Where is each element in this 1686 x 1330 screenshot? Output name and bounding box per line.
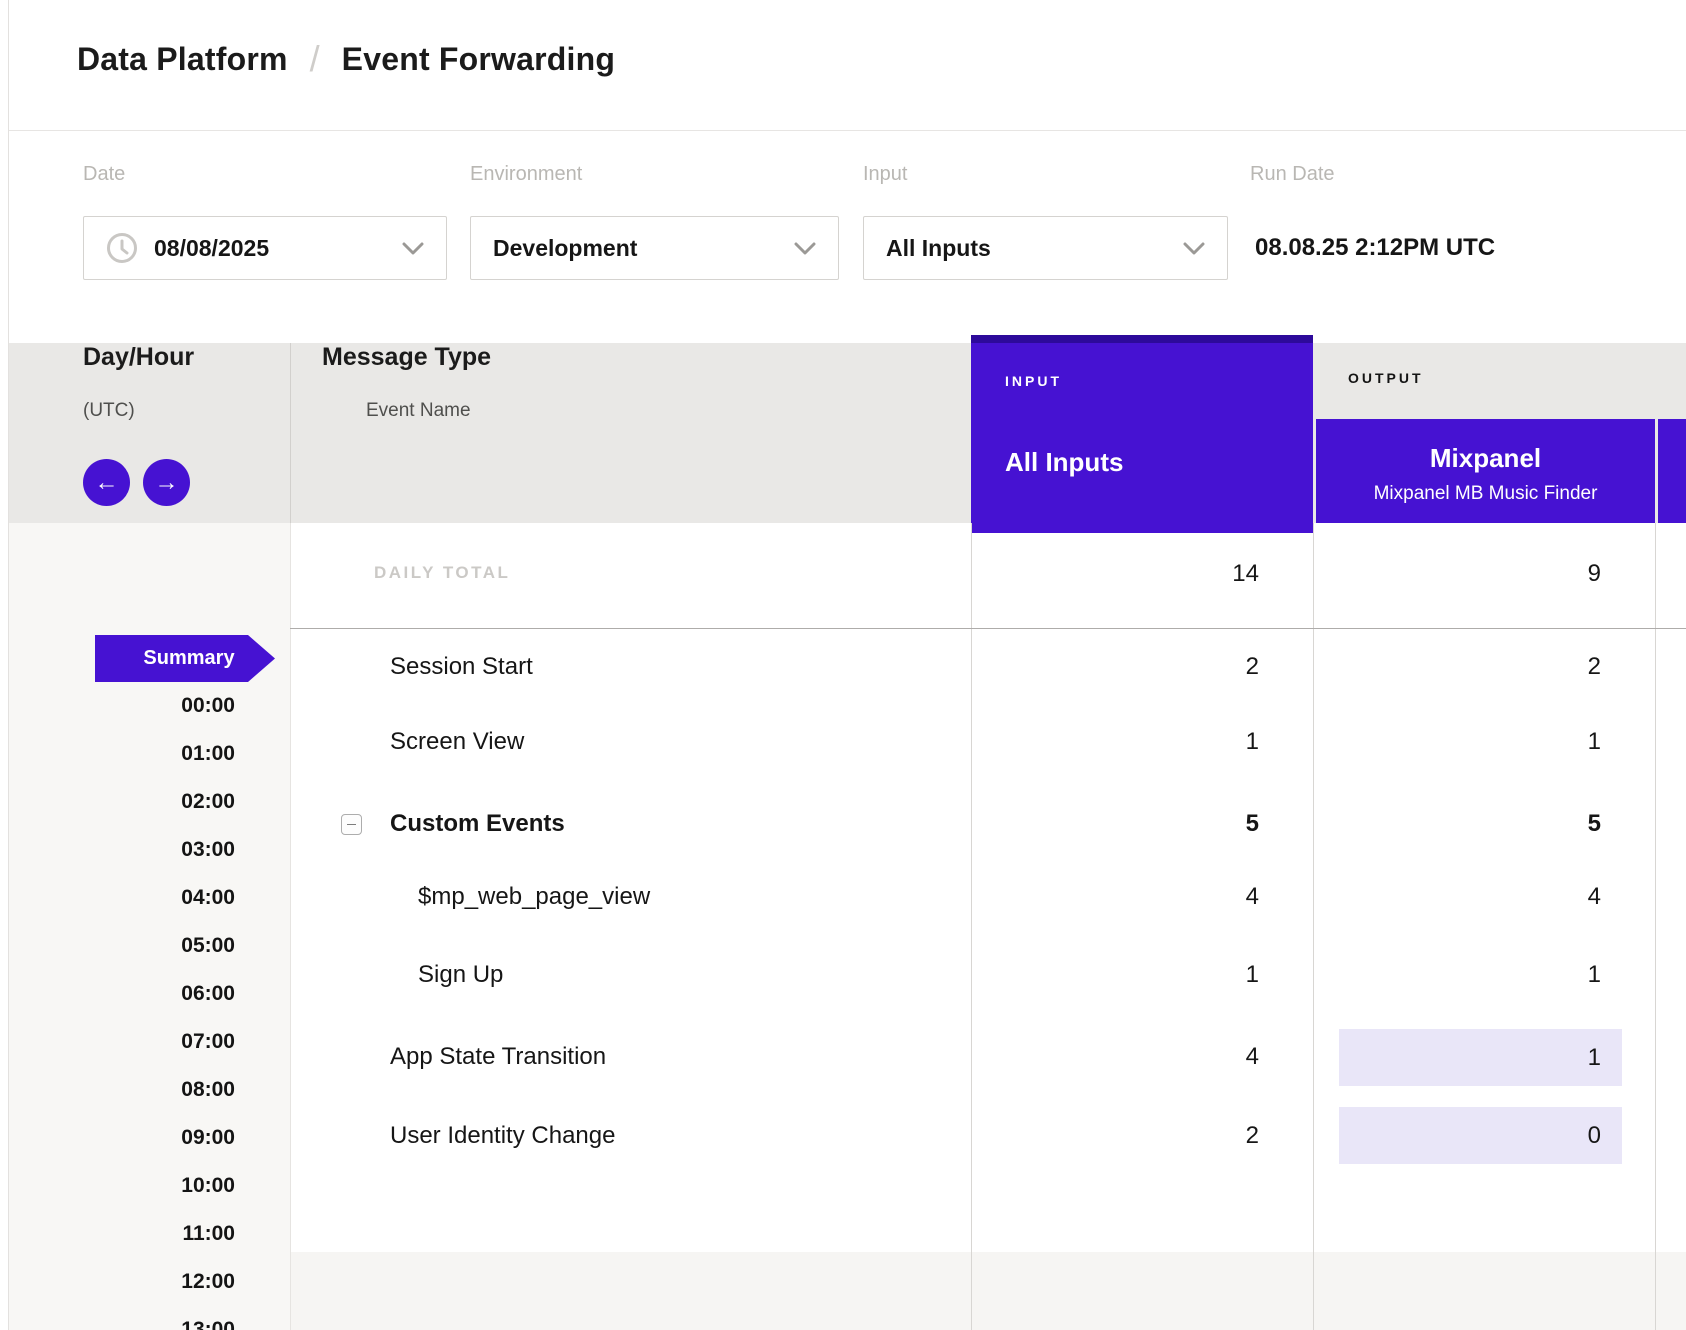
row-input-value: 4: [1059, 1043, 1259, 1071]
table-row-label: Sign Up: [418, 961, 503, 989]
row-output-value: 5: [1401, 810, 1601, 838]
row-output-value: 2: [1401, 653, 1601, 681]
row-output-value: 1: [1401, 728, 1601, 756]
sidebar-item-hour-01[interactable]: 01:00: [125, 742, 235, 766]
day-hour-column-title: Day/Hour: [83, 343, 194, 372]
sidebar-item-hour-06[interactable]: 06:00: [125, 982, 235, 1006]
row-output-value: 0: [1588, 1122, 1601, 1150]
clock-icon: [106, 232, 138, 264]
environment-value: Development: [493, 235, 637, 262]
environment-dropdown[interactable]: Development: [470, 216, 839, 280]
sidebar-item-hour-04[interactable]: 04:00: [125, 886, 235, 910]
sidebar-item-hour-00[interactable]: 00:00: [125, 694, 235, 718]
column-divider: [971, 523, 972, 1330]
row-input-value: 1: [1059, 728, 1259, 756]
summary-flag-label: Summary: [143, 647, 234, 670]
column-divider: [290, 343, 291, 523]
next-day-button[interactable]: →: [143, 459, 190, 506]
input-value: All Inputs: [886, 235, 991, 262]
row-output-value: 1: [1401, 961, 1601, 989]
row-input-value: 1: [1059, 961, 1259, 989]
sidebar-item-hour-13[interactable]: 13:00: [125, 1318, 235, 1330]
sidebar-item-hour-09[interactable]: 09:00: [125, 1126, 235, 1150]
breadcrumb: Data Platform / Event Forwarding: [77, 38, 615, 80]
input-column-header[interactable]: INPUT All Inputs: [971, 335, 1313, 533]
table-row-label: Session Start: [390, 653, 533, 681]
output-section-label: OUTPUT: [1348, 370, 1424, 386]
input-section-label: INPUT: [1005, 373, 1062, 389]
table-row-label: App State Transition: [390, 1043, 606, 1071]
output-column-header-mixpanel[interactable]: Mixpanel Mixpanel MB Music Finder: [1316, 419, 1655, 523]
row-output-highlighted-cell: 1: [1339, 1029, 1622, 1086]
row-input-value: 2: [1059, 1122, 1259, 1150]
table-footer-band: [290, 1252, 1686, 1330]
table-row-label: User Identity Change: [390, 1122, 615, 1150]
row-output-highlighted-cell: 0: [1339, 1107, 1622, 1164]
environment-filter-label: Environment: [470, 163, 582, 186]
sidebar-item-summary[interactable]: Summary: [95, 635, 275, 682]
column-divider: [1655, 523, 1656, 1330]
table-row-label: Custom Events: [390, 810, 565, 838]
input-filter-label: Input: [863, 163, 907, 186]
chevron-down-icon: [1183, 242, 1205, 255]
run-date-label: Run Date: [1250, 163, 1335, 186]
row-input-value: 5: [1059, 810, 1259, 838]
sidebar-item-hour-12[interactable]: 12:00: [125, 1270, 235, 1294]
arrow-left-icon: ←: [95, 471, 119, 495]
sidebar-item-hour-03[interactable]: 03:00: [125, 838, 235, 862]
chevron-down-icon: [794, 242, 816, 255]
message-type-column-subtitle: Event Name: [366, 400, 471, 422]
daily-total-label: DAILY TOTAL: [374, 563, 510, 583]
sidebar-item-hour-11[interactable]: 11:00: [125, 1222, 235, 1246]
daily-total-divider: [290, 628, 1686, 629]
breadcrumb-separator: /: [310, 38, 320, 80]
input-column-name: All Inputs: [1005, 447, 1123, 478]
sidebar-item-hour-02[interactable]: 02:00: [125, 790, 235, 814]
date-dropdown[interactable]: 08/08/2025: [83, 216, 447, 280]
input-dropdown[interactable]: All Inputs: [863, 216, 1228, 280]
row-output-value: 1: [1588, 1044, 1601, 1072]
arrow-right-icon: →: [155, 471, 179, 495]
message-type-column-title: Message Type: [322, 343, 491, 372]
previous-day-button[interactable]: ←: [83, 459, 130, 506]
column-divider: [1313, 523, 1314, 1330]
daily-total-input-value: 14: [1059, 560, 1259, 588]
table-row-label: $mp_web_page_view: [418, 883, 650, 911]
page-title: Event Forwarding: [342, 41, 615, 78]
input-column-accent-strip: [971, 335, 1313, 343]
day-hour-column-subtitle: (UTC): [83, 400, 135, 422]
output-column-header-next-partial[interactable]: [1658, 419, 1686, 523]
column-divider: [290, 523, 291, 1330]
daily-total-output-value: 9: [1401, 560, 1601, 588]
output-column-name: Mixpanel: [1316, 443, 1655, 474]
date-value: 08/08/2025: [154, 235, 269, 262]
output-column-subtitle: Mixpanel MB Music Finder: [1316, 483, 1655, 505]
row-input-value: 2: [1059, 653, 1259, 681]
sidebar-item-hour-10[interactable]: 10:00: [125, 1174, 235, 1198]
minus-icon: [347, 824, 356, 826]
table-row-label: Screen View: [390, 728, 524, 756]
chevron-down-icon: [402, 242, 424, 255]
sidebar-item-hour-08[interactable]: 08:00: [125, 1078, 235, 1102]
header-divider: [9, 130, 1686, 131]
event-forwarding-page: Data Platform / Event Forwarding Date En…: [0, 0, 1686, 1330]
run-date-value: 08.08.25 2:12PM UTC: [1255, 234, 1495, 262]
sidebar-item-hour-07[interactable]: 07:00: [125, 1030, 235, 1054]
row-output-value: 4: [1401, 883, 1601, 911]
row-input-value: 4: [1059, 883, 1259, 911]
sidebar-item-hour-05[interactable]: 05:00: [125, 934, 235, 958]
breadcrumb-section[interactable]: Data Platform: [77, 41, 288, 78]
collapse-custom-events-button[interactable]: [341, 814, 362, 835]
date-filter-label: Date: [83, 163, 125, 186]
